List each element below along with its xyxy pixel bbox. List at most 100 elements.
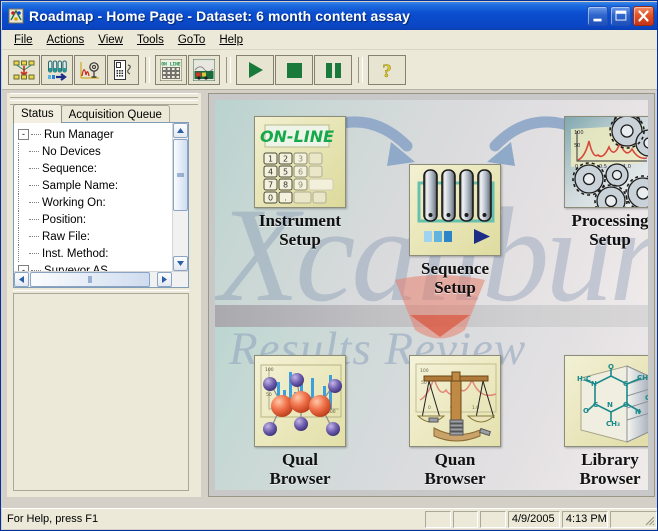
tree-vline (18, 211, 20, 228)
sequence-setup-button[interactable] (41, 54, 73, 85)
online-status-button[interactable]: ON LINE (155, 54, 187, 85)
tree-item-working-on[interactable]: Working On: (18, 194, 174, 211)
tree-item-position[interactable]: Position: (18, 211, 174, 228)
tree-item-label: Inst. Method: (42, 247, 109, 260)
status-tree-view[interactable]: - Run Manager No Devices Sequence: Sampl… (13, 122, 189, 288)
status-message: For Help, press F1 (7, 512, 99, 525)
menu-item-file[interactable]: File (7, 32, 40, 48)
test-tube-rack-icon[interactable] (409, 164, 501, 256)
scroll-up-button[interactable] (173, 123, 188, 138)
scroll-right-icon (162, 276, 167, 283)
tree-item-label: Working On: (42, 196, 106, 209)
instrument-setup-button[interactable] (107, 54, 139, 85)
node-caption-line2: Browser (269, 469, 331, 488)
menu-item-view[interactable]: View (91, 32, 130, 48)
svg-text:50: 50 (574, 143, 580, 149)
tree-vline (18, 143, 20, 160)
tab-acquisition-queue[interactable]: Acquisition Queue (60, 105, 170, 123)
processing-setup-button[interactable] (74, 54, 106, 85)
molecular-structure-icon[interactable]: O H₃C N C O C N O CH₃ CH₃ (564, 355, 648, 447)
menu-item-actions[interactable]: Actions (40, 32, 92, 48)
question-mark-icon: ? (382, 60, 392, 80)
scroll-up-icon (177, 128, 184, 133)
xcalibur-app-icon (7, 7, 25, 25)
status-cell-1 (425, 510, 451, 528)
svg-text:8: 8 (283, 181, 288, 190)
status-time: 4:13 PM (561, 510, 608, 528)
status-tree: - Run Manager No Devices Sequence: Sampl… (14, 123, 174, 287)
stop-button[interactable] (275, 54, 313, 85)
node-caption-line1: Library (581, 450, 639, 469)
balance-scale-icon[interactable]: 100 50 0 0.5 1.0 (409, 355, 501, 447)
toolbar-separator-3 (358, 56, 363, 83)
svg-text:C: C (593, 401, 598, 409)
start-button[interactable] (236, 54, 274, 85)
svg-text:9: 9 (298, 181, 303, 190)
tree-item-label: Sample Name: (42, 179, 119, 192)
pause-bars-icon (326, 62, 341, 78)
tree-connector (29, 151, 39, 152)
status-panel: Status Acquisition Queue - Run Manager N… (7, 93, 201, 497)
molecule-spectrum-icon[interactable]: 100 50 500 (254, 355, 346, 447)
tree-item-inst-method[interactable]: Inst. Method: (18, 245, 174, 262)
node-caption: Library Browser (535, 450, 648, 488)
panel-grip[interactable] (10, 93, 198, 105)
node-caption-line1: Instrument (258, 211, 342, 230)
roadmap-node-instrument-setup[interactable]: ON-LINE 1 2 3 4 5 6 7 8 9 0 . Instrument… (225, 116, 375, 249)
node-caption-line1: Sequence (421, 259, 489, 278)
svg-text:1: 1 (268, 155, 273, 164)
instrument-config-icon (112, 58, 134, 81)
resize-grip-icon[interactable] (642, 513, 656, 527)
scroll-right-button[interactable] (157, 272, 172, 287)
tree-vertical-scrollbar[interactable] (172, 123, 188, 271)
instrument-view-button[interactable] (188, 54, 220, 85)
scroll-left-button[interactable] (14, 272, 29, 287)
tree-horizontal-scrollbar[interactable] (14, 271, 188, 287)
close-button[interactable] (633, 6, 654, 26)
pause-button[interactable] (314, 54, 352, 85)
status-panel-tabs: Status Acquisition Queue (13, 104, 170, 123)
tab-status[interactable]: Status (13, 104, 62, 123)
node-caption-line1: Qual (282, 450, 318, 469)
menu-file-label: File (14, 33, 33, 46)
toolbar-group-run (236, 54, 353, 85)
tree-item-run-manager[interactable]: - Run Manager (18, 126, 174, 143)
menu-item-help[interactable]: Help (212, 32, 250, 48)
panel-splitter[interactable] (201, 93, 207, 497)
svg-text:CH₃: CH₃ (637, 374, 648, 382)
gears-chromatogram-icon[interactable]: 100 50 0 0.5 1.0 (564, 116, 648, 208)
keypad-online-icon[interactable]: ON-LINE 1 2 3 4 5 6 7 8 9 0 . (254, 116, 346, 208)
roadmap-node-quan-browser[interactable]: 100 50 0 0.5 1.0 (380, 355, 530, 488)
roadmap-node-processing-setup[interactable]: 100 50 0 0.5 1.0 Processing Setup (535, 116, 648, 249)
roadmap-node-library-browser[interactable]: O H₃C N C O C N O CH₃ CH₃ (535, 355, 648, 488)
tree-item-sample-name[interactable]: Sample Name: (18, 177, 174, 194)
scroll-down-button[interactable] (173, 256, 188, 271)
toolbar-separator-2 (226, 56, 231, 83)
maximize-button[interactable] (610, 6, 631, 26)
help-button[interactable]: ? (368, 54, 406, 85)
minimize-button[interactable] (587, 6, 608, 26)
menu-item-goto[interactable]: GoTo (171, 32, 213, 48)
instrument-view-icon (193, 58, 215, 81)
svg-text:0: 0 (428, 405, 431, 411)
node-caption: Instrument Setup (225, 211, 375, 249)
svg-text:ON-LINE: ON-LINE (260, 127, 334, 146)
menu-goto-label: GoTo (177, 33, 206, 46)
roadmap-node-sequence-setup[interactable]: Sequence Setup (380, 164, 530, 297)
node-caption: Processing Setup (535, 211, 648, 249)
roadmap-button[interactable] (8, 54, 40, 85)
status-bar: For Help, press F1 4/9/2005 4:13 PM (2, 508, 657, 529)
scroll-thumb-horizontal[interactable] (30, 272, 150, 287)
svg-text:C: C (623, 380, 628, 388)
roadmap-node-qual-browser[interactable]: 100 50 500 Qual Browser (225, 355, 375, 488)
scroll-thumb-vertical[interactable] (173, 139, 188, 211)
tree-connector (31, 134, 41, 135)
expander-minus-icon[interactable]: - (18, 129, 29, 140)
tree-vline (18, 245, 20, 262)
tree-item-raw-file[interactable]: Raw File: (18, 228, 174, 245)
tree-item-no-devices[interactable]: No Devices (18, 143, 174, 160)
tree-item-sequence[interactable]: Sequence: (18, 160, 174, 177)
status-cell-3 (480, 510, 506, 528)
menu-item-tools[interactable]: Tools (130, 32, 171, 48)
svg-text:N: N (635, 408, 641, 416)
